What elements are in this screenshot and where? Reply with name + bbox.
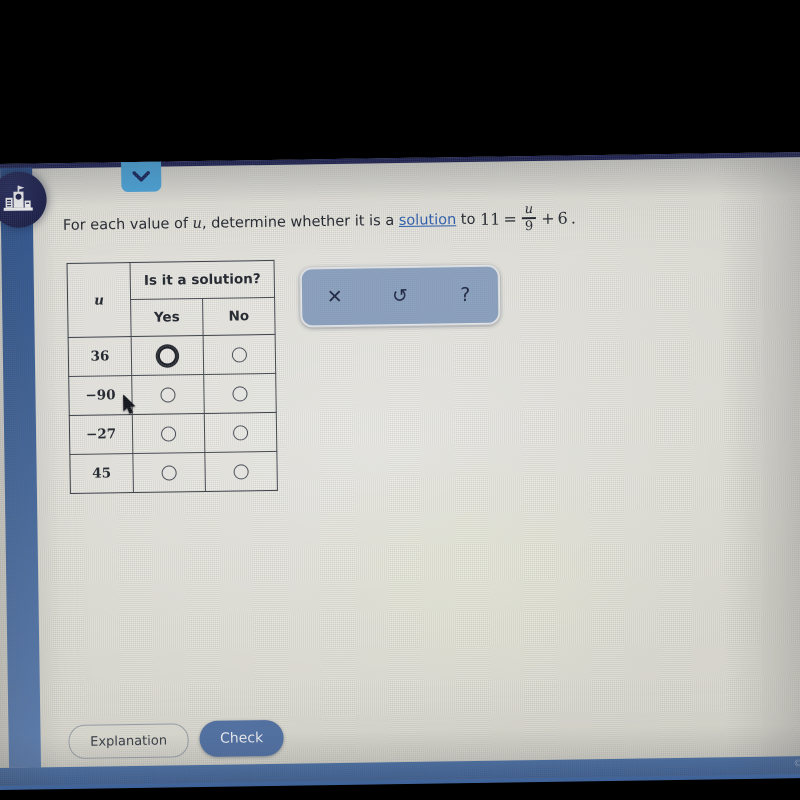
- equation-lhs: 11: [479, 209, 501, 229]
- table-row: 36: [68, 334, 276, 377]
- radio-cell-no[interactable]: [203, 334, 276, 375]
- radio-button-yes[interactable]: [160, 425, 177, 442]
- explanation-button[interactable]: Explanation: [68, 723, 189, 760]
- footer-bar: ©2: [0, 755, 800, 791]
- table-row: −90: [68, 373, 277, 416]
- equation-equals: =: [503, 209, 517, 229]
- table-header-row-top: u Is it a solution?: [67, 260, 275, 338]
- radio-cell-no[interactable]: [204, 451, 278, 492]
- question-prompt: For each value of u, determine whether i…: [63, 202, 683, 241]
- radio-button-no[interactable]: [233, 463, 249, 480]
- solution-glossary-link[interactable]: solution: [399, 212, 457, 229]
- radio-cell-yes[interactable]: [132, 413, 205, 454]
- screen-glare: [292, 454, 656, 700]
- left-navigation-rail[interactable]: [0, 167, 42, 768]
- solution-answer-table: u Is it a solution? Yes No 36 −90 −27 45: [66, 259, 278, 494]
- row-value: −27: [69, 414, 133, 455]
- choice-header-no: No: [202, 297, 276, 336]
- undo-button[interactable]: ↺: [380, 284, 420, 306]
- help-button[interactable]: ?: [445, 284, 485, 306]
- choice-header-yes: Yes: [130, 298, 204, 337]
- equation-constant: 6: [557, 208, 568, 228]
- fraction-numerator: u: [524, 202, 534, 218]
- group-header: Is it a solution?: [130, 260, 275, 300]
- answer-tool-palette: ✕ ↺ ?: [299, 264, 501, 328]
- aleks-castle-logo-icon: [0, 171, 47, 229]
- equation: 11 = u 9 +6.: [479, 202, 576, 234]
- fraction-denominator: 9: [524, 218, 534, 234]
- row-value: 45: [69, 453, 134, 494]
- screen-content: For each value of u, determine whether i…: [0, 151, 800, 791]
- row-value: 36: [68, 336, 132, 377]
- browser-chrome-edge: [0, 151, 800, 170]
- photographed-screen-frame: For each value of u, determine whether i…: [0, 0, 800, 800]
- radio-button-yes[interactable]: [160, 386, 176, 403]
- radio-cell-yes[interactable]: [131, 374, 205, 415]
- value-column-header: u: [67, 262, 132, 338]
- prompt-text-before: For each value of: [62, 215, 193, 234]
- radio-cell-no[interactable]: [204, 412, 277, 453]
- equation-plus: +: [541, 208, 555, 228]
- table-row: −27: [69, 412, 277, 455]
- mouse-cursor-icon: [122, 394, 136, 419]
- prompt-variable: u: [192, 215, 203, 232]
- check-button[interactable]: Check: [199, 719, 284, 758]
- copyright-text: ©2: [793, 759, 800, 770]
- prompt-text-middle: , determine whether it is a: [201, 212, 399, 232]
- collapse-panel-tab[interactable]: [121, 161, 162, 193]
- equation-period: .: [570, 208, 576, 228]
- equation-fraction: u9: [521, 202, 537, 234]
- radio-cell-yes[interactable]: [132, 452, 206, 493]
- clear-button[interactable]: ✕: [315, 285, 355, 307]
- radio-cell-no[interactable]: [203, 373, 277, 414]
- table-row: 45: [69, 451, 278, 494]
- radio-button-yes[interactable]: [157, 345, 178, 366]
- radio-button-no[interactable]: [231, 346, 248, 363]
- radio-button-no[interactable]: [232, 385, 248, 402]
- radio-cell-yes[interactable]: [131, 335, 204, 376]
- prompt-text-after-link: to: [456, 211, 481, 228]
- radio-button-yes[interactable]: [161, 464, 177, 481]
- chevron-down-icon: [131, 167, 151, 186]
- radio-button-no[interactable]: [232, 424, 249, 441]
